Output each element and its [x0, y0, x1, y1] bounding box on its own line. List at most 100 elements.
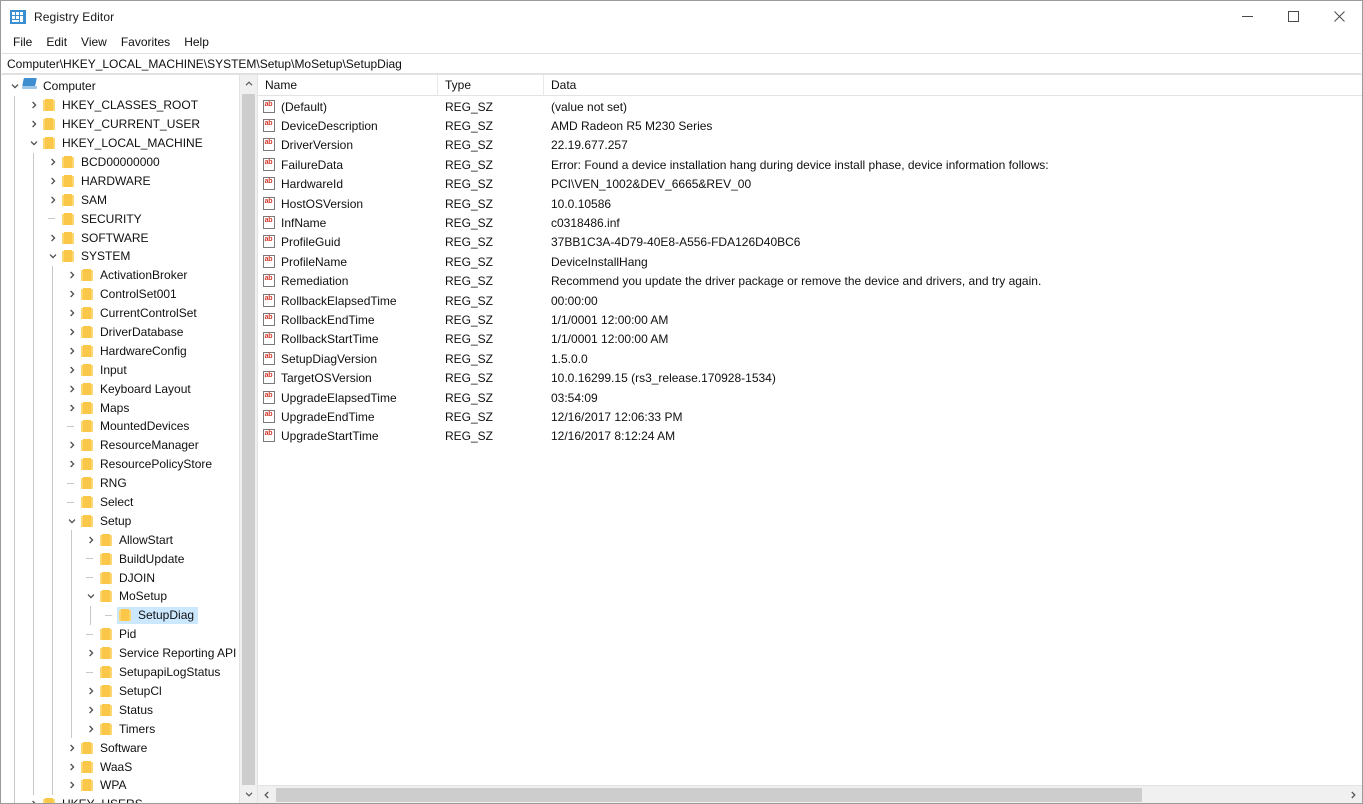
maximize-button[interactable] [1270, 1, 1316, 32]
value-row[interactable]: abRollbackElapsedTimeREG_SZ00:00:00 [258, 291, 1362, 310]
value-row[interactable]: abHardwareIdREG_SZPCI\VEN_1002&DEV_6665&… [258, 175, 1362, 194]
value-row[interactable]: abInfNameREG_SZc0318486.inf [258, 213, 1362, 232]
menu-item-help[interactable]: Help [177, 33, 216, 51]
tree-expander-collapsed[interactable] [64, 455, 79, 473]
value-row[interactable]: abUpgradeStartTimeREG_SZ12/16/2017 8:12:… [258, 427, 1362, 446]
tree-item-hkey-users[interactable]: HKEY_USERS [1, 795, 239, 803]
tree-item-hkey-current-user[interactable]: HKEY_CURRENT_USER [1, 115, 239, 134]
tree-item-activationbroker[interactable]: ActivationBroker [1, 266, 239, 285]
value-row[interactable]: abRollbackEndTimeREG_SZ1/1/0001 12:00:00… [258, 310, 1362, 329]
tree-expander-collapsed[interactable] [64, 323, 79, 341]
tree-item-system[interactable]: SYSTEM [1, 247, 239, 266]
tree-expander-collapsed[interactable] [26, 96, 41, 114]
tree-expander-collapsed[interactable] [26, 115, 41, 133]
tree-item-waas[interactable]: WaaS [1, 757, 239, 776]
tree-vertical-scrollbar[interactable] [239, 75, 257, 803]
tree-item-rng[interactable]: RNG [1, 474, 239, 493]
tree-expander-collapsed[interactable] [64, 380, 79, 398]
tree-expander-collapsed[interactable] [64, 266, 79, 284]
value-row[interactable]: abUpgradeElapsedTimeREG_SZ03:54:09 [258, 388, 1362, 407]
tree-expander-expanded[interactable] [26, 134, 41, 152]
horizontal-scroll-thumb[interactable] [276, 788, 1142, 802]
values-list[interactable]: ab(Default)REG_SZ(value not set)abDevice… [258, 96, 1362, 785]
tree-expander-collapsed[interactable] [83, 701, 98, 719]
tree-item-select[interactable]: Select [1, 493, 239, 512]
scroll-up-button[interactable] [240, 75, 257, 93]
tree-expander-collapsed[interactable] [45, 229, 60, 247]
tree-item-setupapilogstatus[interactable]: SetupapiLogStatus [1, 663, 239, 682]
tree-expander-collapsed[interactable] [45, 153, 60, 171]
value-row[interactable]: abHostOSVersionREG_SZ10.0.10586 [258, 194, 1362, 213]
tree-expander-expanded[interactable] [45, 247, 60, 265]
tree-expander-expanded[interactable] [7, 77, 22, 95]
tree-expander-collapsed[interactable] [45, 172, 60, 190]
close-button[interactable] [1316, 1, 1362, 32]
column-header-data[interactable]: Data [544, 75, 1362, 96]
tree-item-hkey-local-machine[interactable]: HKEY_LOCAL_MACHINE [1, 134, 239, 153]
tree-expander-collapsed[interactable] [83, 531, 98, 549]
tree-item-hkey-classes-root[interactable]: HKEY_CLASSES_ROOT [1, 96, 239, 115]
tree-expander-collapsed[interactable] [26, 795, 41, 803]
tree-expander-collapsed[interactable] [83, 720, 98, 738]
tree-expander-collapsed[interactable] [64, 285, 79, 303]
tree-item-pid[interactable]: Pid [1, 625, 239, 644]
value-row[interactable]: abDeviceDescriptionREG_SZAMD Radeon R5 M… [258, 116, 1362, 135]
tree-item-keyboard-layout[interactable]: Keyboard Layout [1, 379, 239, 398]
value-row[interactable]: abTargetOSVersionREG_SZ10.0.16299.15 (rs… [258, 368, 1362, 387]
tree-scroll-thumb[interactable] [242, 94, 255, 794]
column-header-name[interactable]: Name [258, 75, 438, 96]
tree-expander-collapsed[interactable] [83, 682, 98, 700]
tree-item-resourcepolicystore[interactable]: ResourcePolicyStore [1, 455, 239, 474]
value-row[interactable]: abUpgradeEndTimeREG_SZ12/16/2017 12:06:3… [258, 407, 1362, 426]
tree-item-software[interactable]: Software [1, 738, 239, 757]
tree-item-mosetup[interactable]: MoSetup [1, 587, 239, 606]
tree-expander-collapsed[interactable] [64, 758, 79, 776]
tree-item-security[interactable]: SECURITY [1, 209, 239, 228]
scroll-down-button[interactable] [240, 785, 257, 803]
value-row[interactable]: ab(Default)REG_SZ(value not set) [258, 97, 1362, 116]
tree-item-allowstart[interactable]: AllowStart [1, 530, 239, 549]
value-row[interactable]: abSetupDiagVersionREG_SZ1.5.0.0 [258, 349, 1362, 368]
registry-tree[interactable]: ComputerHKEY_CLASSES_ROOTHKEY_CURRENT_US… [1, 75, 239, 803]
tree-item-service-reporting-api[interactable]: Service Reporting API [1, 644, 239, 663]
menu-item-file[interactable]: File [6, 33, 39, 51]
tree-expander-collapsed[interactable] [64, 399, 79, 417]
tree-item-wpa[interactable]: WPA [1, 776, 239, 795]
values-horizontal-scrollbar[interactable] [258, 785, 1362, 803]
menu-item-edit[interactable]: Edit [39, 33, 74, 51]
value-row[interactable]: abDriverVersionREG_SZ22.19.677.257 [258, 136, 1362, 155]
column-header-type[interactable]: Type [438, 75, 544, 96]
menu-item-favorites[interactable]: Favorites [114, 33, 177, 51]
tree-item-controlset001[interactable]: ControlSet001 [1, 285, 239, 304]
menu-item-view[interactable]: View [74, 33, 114, 51]
tree-item-driverdatabase[interactable]: DriverDatabase [1, 323, 239, 342]
tree-item-bcd00000000[interactable]: BCD00000000 [1, 153, 239, 172]
tree-expander-collapsed[interactable] [64, 361, 79, 379]
tree-item-input[interactable]: Input [1, 360, 239, 379]
tree-item-software[interactable]: SOFTWARE [1, 228, 239, 247]
tree-item-hardware[interactable]: HARDWARE [1, 171, 239, 190]
tree-expander-collapsed[interactable] [64, 342, 79, 360]
value-row[interactable]: abRemediationREG_SZRecommend you update … [258, 272, 1362, 291]
tree-expander-collapsed[interactable] [64, 776, 79, 794]
tree-item-currentcontrolset[interactable]: CurrentControlSet [1, 304, 239, 323]
scroll-left-button[interactable] [258, 786, 276, 804]
tree-expander-collapsed[interactable] [83, 644, 98, 662]
scroll-right-button[interactable] [1344, 786, 1362, 804]
tree-item-djoin[interactable]: DJOIN [1, 568, 239, 587]
tree-item-setup[interactable]: Setup [1, 511, 239, 530]
tree-item-sam[interactable]: SAM [1, 190, 239, 209]
tree-item-computer[interactable]: Computer [1, 77, 239, 96]
value-row[interactable]: abRollbackStartTimeREG_SZ1/1/0001 12:00:… [258, 330, 1362, 349]
tree-item-resourcemanager[interactable]: ResourceManager [1, 436, 239, 455]
value-row[interactable]: abProfileNameREG_SZDeviceInstallHang [258, 252, 1362, 271]
address-bar[interactable]: Computer\HKEY_LOCAL_MACHINE\SYSTEM\Setup… [2, 53, 1361, 74]
tree-expander-collapsed[interactable] [64, 436, 79, 454]
tree-expander-expanded[interactable] [64, 512, 79, 530]
tree-item-setupdiag[interactable]: SetupDiag [1, 606, 239, 625]
tree-expander-expanded[interactable] [83, 587, 98, 605]
value-row[interactable]: abFailureDataREG_SZError: Found a device… [258, 155, 1362, 174]
tree-item-status[interactable]: Status [1, 700, 239, 719]
tree-item-timers[interactable]: Timers [1, 719, 239, 738]
horizontal-scroll-track[interactable] [276, 786, 1344, 804]
